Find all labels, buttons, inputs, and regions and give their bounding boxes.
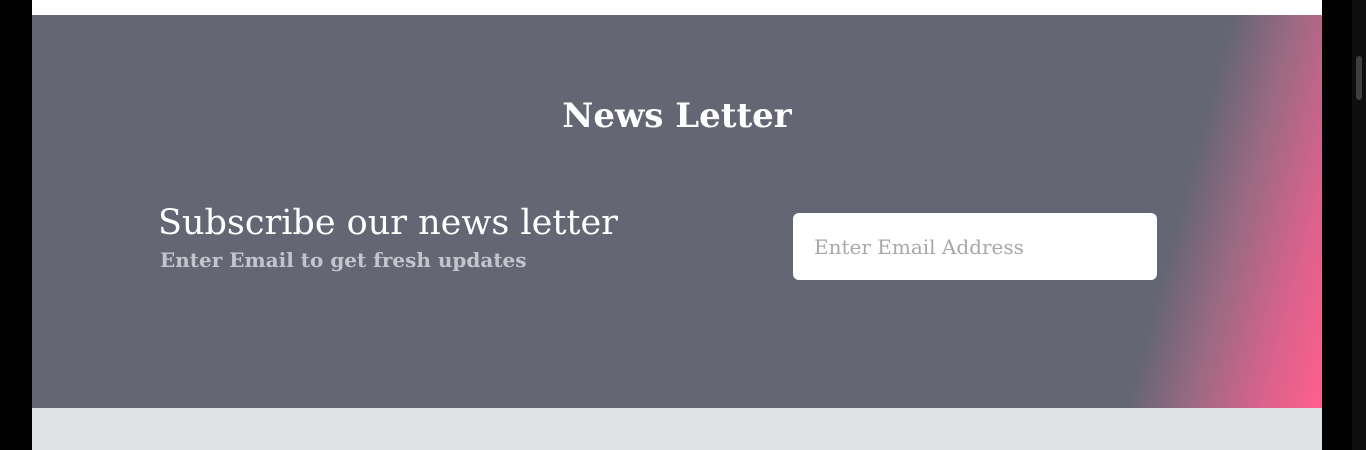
next-section-edge xyxy=(32,408,1322,450)
section-title: News Letter xyxy=(562,96,792,136)
scrollbar-thumb[interactable] xyxy=(1356,56,1362,100)
newsletter-section: News Letter Subscribe our news letter En… xyxy=(32,15,1322,408)
subscribe-subheading: Enter Email to get fresh updates xyxy=(160,248,527,272)
page: News Letter Subscribe our news letter En… xyxy=(0,0,1366,450)
subscribe-text-block: Subscribe our news letter Enter Email to… xyxy=(158,201,718,273)
email-input[interactable] xyxy=(793,213,1157,280)
page-scrollbar[interactable] xyxy=(1352,0,1366,450)
subscribe-heading: Subscribe our news letter xyxy=(158,203,618,243)
previous-section-edge xyxy=(32,0,1322,15)
